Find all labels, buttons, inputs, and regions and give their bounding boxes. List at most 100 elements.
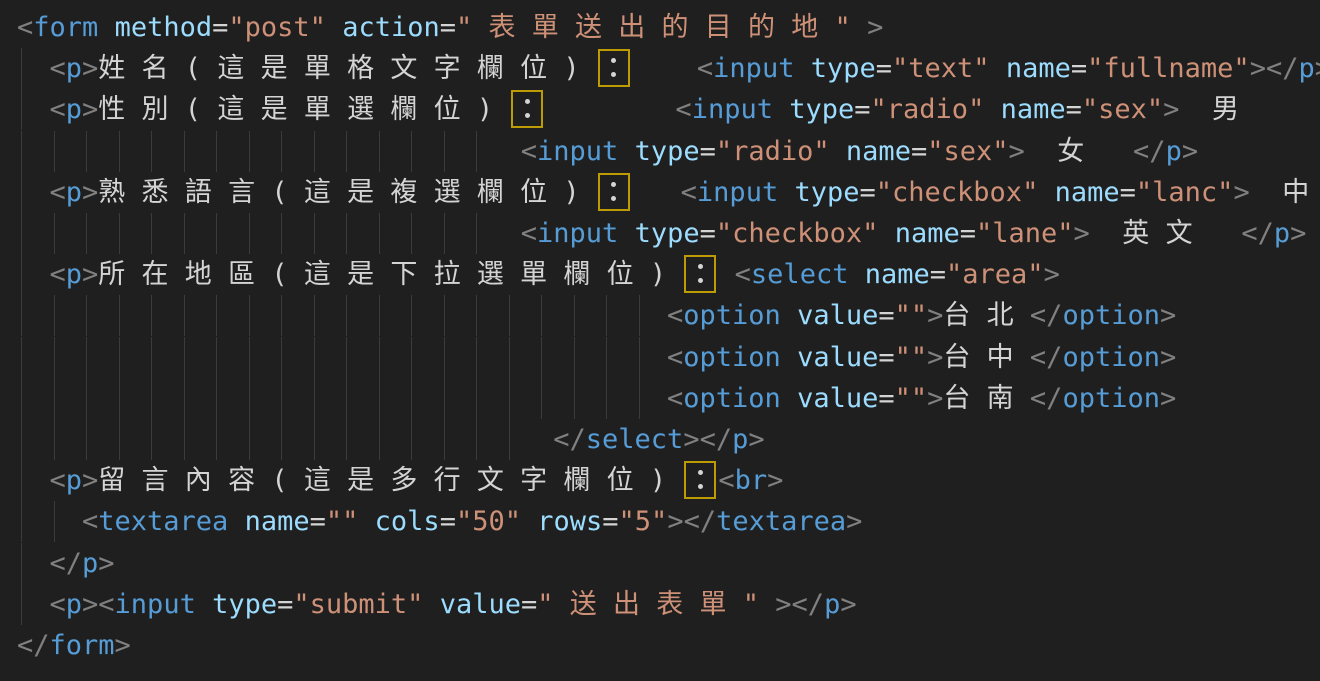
code-line[interactable]: <option value="">台南</option> — [0, 378, 1320, 419]
indent-guide — [379, 337, 380, 378]
indent-guide — [184, 419, 185, 460]
indent-guide — [54, 419, 55, 460]
token-tag: p — [66, 94, 82, 125]
code-line[interactable]: <input type="radio" name="sex"> 女 </p> — [0, 131, 1320, 172]
code-line[interactable]: <p><input type="submit" value="送出表單"></p… — [0, 584, 1320, 625]
code-text: <p>留言內容(這是多行文字欄位)<br> — [50, 460, 784, 501]
indent-guide — [444, 378, 445, 419]
token-value: "表單送出的目的地" — [456, 12, 867, 43]
token-whitespace — [773, 94, 789, 125]
indent-guide — [476, 337, 477, 378]
code-line[interactable]: <p>姓名(這是單格文字欄位) <input type="text" name=… — [0, 48, 1320, 89]
indent-guide — [21, 172, 22, 213]
token-tag: p — [66, 53, 82, 84]
code-line[interactable]: <form method="post" action="表單送出的目的地"> — [0, 7, 1320, 48]
token-punctuation: < — [667, 383, 683, 414]
token-punctuation: > — [867, 12, 883, 43]
code-line[interactable]: <input type="checkbox" name="lane"> 英文 <… — [0, 213, 1320, 254]
indent-guide — [216, 295, 217, 336]
token-text: 所在地區(這是下拉選單欄位) — [98, 259, 682, 290]
token-text: 性別(這是單選欄位) — [98, 94, 509, 125]
indent-guide — [151, 419, 152, 460]
indent-guide — [476, 378, 477, 419]
code-text: <option value="">台中</option> — [667, 337, 1176, 378]
indent-guide — [54, 131, 55, 172]
indent-guide — [314, 295, 315, 336]
code-line[interactable]: </p> — [0, 543, 1320, 584]
code-line[interactable]: </form> — [0, 625, 1320, 666]
token-punctuation: > — [82, 465, 98, 496]
indent-guide — [411, 213, 412, 254]
code-line[interactable]: <p>留言內容(這是多行文字欄位)<br> — [0, 460, 1320, 501]
code-editor[interactable]: <form method="post" action="表單送出的目的地"><p… — [0, 0, 1320, 681]
indent-guide — [476, 295, 477, 336]
token-value: "checkbox" — [716, 218, 879, 249]
token-value: "" — [895, 300, 928, 331]
token-punctuation: < — [50, 465, 66, 496]
token-attribute: type — [635, 136, 700, 167]
token-punctuation: > — [767, 465, 783, 496]
token-whitespace — [718, 259, 734, 290]
indent-guide — [86, 131, 87, 172]
code-line[interactable]: <p>性別(這是單選欄位) <input type="radio" name="… — [0, 89, 1320, 130]
token-tag: option — [1062, 383, 1160, 414]
token-punctuation: < — [521, 136, 537, 167]
token-text: 台中 — [943, 342, 1030, 373]
token-punctuation: < — [735, 259, 751, 290]
code-text: <option value="">台南</option> — [667, 378, 1176, 419]
token-whitespace — [98, 12, 114, 43]
token-unicode-highlight-colon — [511, 90, 543, 128]
indent-guide — [21, 337, 22, 378]
indent-guide — [249, 213, 250, 254]
token-value: "text" — [892, 53, 990, 84]
indent-guide — [444, 295, 445, 336]
token-punctuation: < — [667, 342, 683, 373]
token-tag: option — [1062, 342, 1160, 373]
code-line[interactable]: <p>熟悉語言(這是複選欄位) <input type="checkbox" n… — [0, 172, 1320, 213]
token-punctuation: > — [1160, 342, 1176, 373]
token-whitespace — [794, 53, 810, 84]
indent-guide — [379, 378, 380, 419]
indent-guide — [639, 378, 640, 419]
token-whitespace — [632, 177, 681, 208]
token-equals: = — [1120, 177, 1136, 208]
token-punctuation: ></ — [667, 506, 716, 537]
code-line[interactable]: <textarea name="" cols="50" rows="5"></t… — [0, 501, 1320, 542]
token-attribute: method — [115, 12, 213, 43]
indent-guide — [476, 213, 477, 254]
code-line[interactable]: </select></p> — [0, 419, 1320, 460]
token-tag: select — [586, 424, 684, 455]
token-punctuation: ></ — [683, 424, 732, 455]
indent-guide — [346, 213, 347, 254]
token-punctuation: </ — [553, 424, 586, 455]
token-punctuation: > — [1315, 53, 1320, 84]
token-punctuation: </ — [1241, 218, 1274, 249]
token-tag: p — [1166, 136, 1182, 167]
code-text: <p><input type="submit" value="送出表單"></p… — [50, 584, 857, 625]
indent-guide — [151, 213, 152, 254]
token-whitespace — [326, 12, 342, 43]
indent-guide — [54, 295, 55, 336]
token-punctuation: > — [82, 259, 98, 290]
token-text: 台北 — [943, 300, 1030, 331]
token-equals: = — [212, 12, 228, 43]
indent-guide — [21, 543, 22, 584]
token-equals: = — [602, 506, 618, 537]
indent-guide — [151, 295, 152, 336]
token-tag: option — [683, 300, 781, 331]
token-punctuation: > — [1290, 218, 1306, 249]
code-line[interactable]: <p>所在地區(這是下拉選單欄位) <select name="area"> — [0, 254, 1320, 295]
indent-guide — [184, 295, 185, 336]
code-line[interactable]: <option value="">台中</option> — [0, 337, 1320, 378]
token-punctuation: < — [681, 177, 697, 208]
token-punctuation: </ — [1030, 342, 1063, 373]
indent-guide — [151, 131, 152, 172]
token-punctuation: > — [1009, 136, 1025, 167]
token-whitespace — [848, 259, 864, 290]
indent-guide — [574, 337, 575, 378]
token-tag: p — [824, 589, 840, 620]
token-equals: = — [960, 218, 976, 249]
code-line[interactable]: <option value="">台北</option> — [0, 295, 1320, 336]
indent-guide — [21, 213, 22, 254]
token-equals: = — [310, 506, 326, 537]
